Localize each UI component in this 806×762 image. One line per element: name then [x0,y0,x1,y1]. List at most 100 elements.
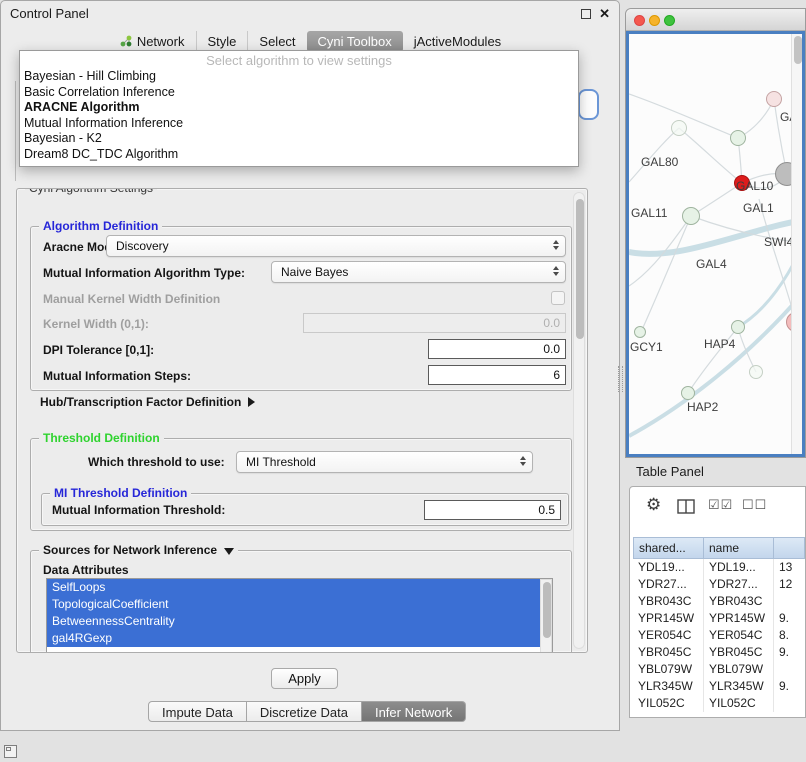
aracne-mode-value: Discovery [116,239,169,253]
list-item[interactable]: gal4RGexp [47,630,541,647]
table-row[interactable]: YIL052C YIL052C [633,695,805,712]
gear-icon[interactable]: ⚙ [646,495,661,515]
table-row[interactable]: YDL19... YDL19... 13 [633,559,805,576]
network-canvas[interactable]: GAL GAL80 GAL10 GAL11 GAL1 SWI4 GAL4 GCY… [626,31,805,457]
table-window: ⚙ ☑☑ ☐☐ shared... name YDL19... YDL19...… [629,486,806,718]
network-node[interactable] [731,320,745,334]
algorithm-option[interactable]: Mutual Information Inference [20,116,578,132]
deselect-all-icon[interactable]: ☐☐ [742,497,767,513]
hidden-group-border [15,81,16,181]
algorithm-definition-group: Algorithm Definition Aracne Mode: Discov… [30,226,572,391]
focused-button[interactable] [578,89,599,120]
network-node[interactable] [730,130,746,146]
tab-discretize-data[interactable]: Discretize Data [247,701,362,722]
network-node[interactable] [634,326,646,338]
minimize-traffic-light[interactable] [649,15,660,26]
mi-threshold-label: Mutual Information Threshold: [52,503,225,517]
zoom-traffic-light[interactable] [664,15,675,26]
aracne-mode-combobox[interactable]: Discovery [106,235,566,257]
sources-title: Sources for Network Inference [43,543,217,558]
bottom-tabbar: Impute Data Discretize Data Infer Networ… [148,701,466,722]
restore-panel-icon[interactable] [4,745,17,758]
algorithm-option-selected[interactable]: ARACNE Algorithm [20,100,578,116]
window-title: Control Panel [10,6,89,21]
table-cell: YBR045C [704,644,774,661]
network-window: GAL GAL80 GAL10 GAL11 GAL1 SWI4 GAL4 GCY… [625,8,806,458]
table-row[interactable]: YLR345W YLR345W 9. [633,678,805,695]
tab-cyni-toolbox[interactable]: Cyni Toolbox [307,31,403,52]
tab-label: Select [259,34,295,49]
column-header-shared-name[interactable]: shared... [633,537,704,559]
mi-algorithm-type-combobox[interactable]: Naive Bayes [271,261,566,283]
network-node[interactable] [749,365,763,379]
tab-label: Cyni Toolbox [318,34,392,49]
manual-kernel-label: Manual Kernel Width Definition [43,292,220,306]
table-cell: YBL079W [704,661,774,678]
mi-type-value: Naive Bayes [281,265,348,279]
combo-arrows-icon [520,456,526,466]
network-node[interactable] [671,120,687,136]
combo-arrows-icon [553,266,559,276]
list-scrollbar-thumb[interactable] [543,582,551,638]
network-node[interactable] [681,386,695,400]
cyni-settings-title: Cyni Algorithm Settings [25,188,157,196]
network-scrollbar[interactable] [791,34,802,454]
table-row[interactable]: YBR043C YBR043C [633,593,805,610]
table-cell: YLR345W [704,678,774,695]
settings-scrollbar[interactable] [573,192,585,649]
table-cell: YLR345W [633,678,704,695]
network-node[interactable] [682,207,700,225]
threshold-definition-group: Threshold Definition Which threshold to … [30,438,572,531]
tab-label: Style [208,34,237,49]
table-row[interactable]: YER054C YER054C 8. [633,627,805,644]
sources-toggle[interactable]: Sources for Network Inference [39,543,238,558]
table-row[interactable]: YBR045C YBR045C 9. [633,644,805,661]
list-scrollbar[interactable] [540,579,552,653]
node-label: HAP2 [687,400,718,414]
panel-splitter[interactable] [618,366,623,392]
list-item[interactable]: BetweennessCentrality [47,613,541,630]
close-traffic-light[interactable] [634,15,645,26]
settings-scrollbar-thumb[interactable] [576,199,584,339]
hub-section-toggle[interactable]: Hub/Transcription Factor Definition [40,395,255,409]
threshold-combobox[interactable]: MI Threshold [236,451,533,473]
algorithm-option[interactable]: Basic Correlation Inference [20,85,578,101]
dpi-tolerance-field[interactable] [428,339,566,359]
table-cell: 9. [774,644,805,661]
node-label: GAL1 [743,201,774,215]
threshold-value: MI Threshold [246,455,316,469]
kernel-width-field [303,313,566,333]
dpi-tolerance-label: DPI Tolerance [0,1]: [43,343,154,357]
list-item[interactable]: SelfLoops [47,579,541,596]
float-icon[interactable] [581,9,591,19]
algorithm-option[interactable]: Bayesian - K2 [20,131,578,147]
column-header-extra[interactable] [774,537,805,559]
table-row[interactable]: YPR145W YPR145W 9. [633,610,805,627]
tab-label: Network [137,34,185,49]
column-header-name[interactable]: name [704,537,774,559]
close-icon[interactable]: ✕ [599,6,610,22]
restore-panel-icon-inner [6,747,11,751]
tab-jactivemodules[interactable]: jActiveModules [403,31,512,52]
tab-style[interactable]: Style [196,31,248,52]
tab-impute-data[interactable]: Impute Data [148,701,247,722]
select-all-icon[interactable]: ☑☑ [708,497,733,513]
mi-steps-field[interactable] [428,365,566,385]
sources-group: Sources for Network Inference Data Attri… [30,550,572,653]
mi-threshold-field[interactable] [424,500,561,520]
tab-infer-network[interactable]: Infer Network [362,701,466,722]
apply-button[interactable]: Apply [271,668,338,689]
combo-arrows-icon [553,240,559,250]
list-item[interactable]: TopologicalCoefficient [47,596,541,613]
network-node[interactable] [766,91,782,107]
algorithm-option[interactable]: Bayesian - Hill Climbing [20,69,578,85]
algorithm-option[interactable]: Dream8 DC_TDC Algorithm [20,147,578,163]
table-row[interactable]: YDR27... YDR27... 12 [633,576,805,593]
network-scrollbar-thumb[interactable] [794,36,802,64]
node-label: GAL4 [696,257,727,271]
control-panel-window: Control Panel ✕ Network Style Select Cyn… [0,0,620,731]
columns-icon[interactable] [677,499,695,519]
table-row[interactable]: YBL079W YBL079W [633,661,805,678]
table-cell: 13 [774,559,805,576]
tab-select[interactable]: Select [247,31,306,52]
